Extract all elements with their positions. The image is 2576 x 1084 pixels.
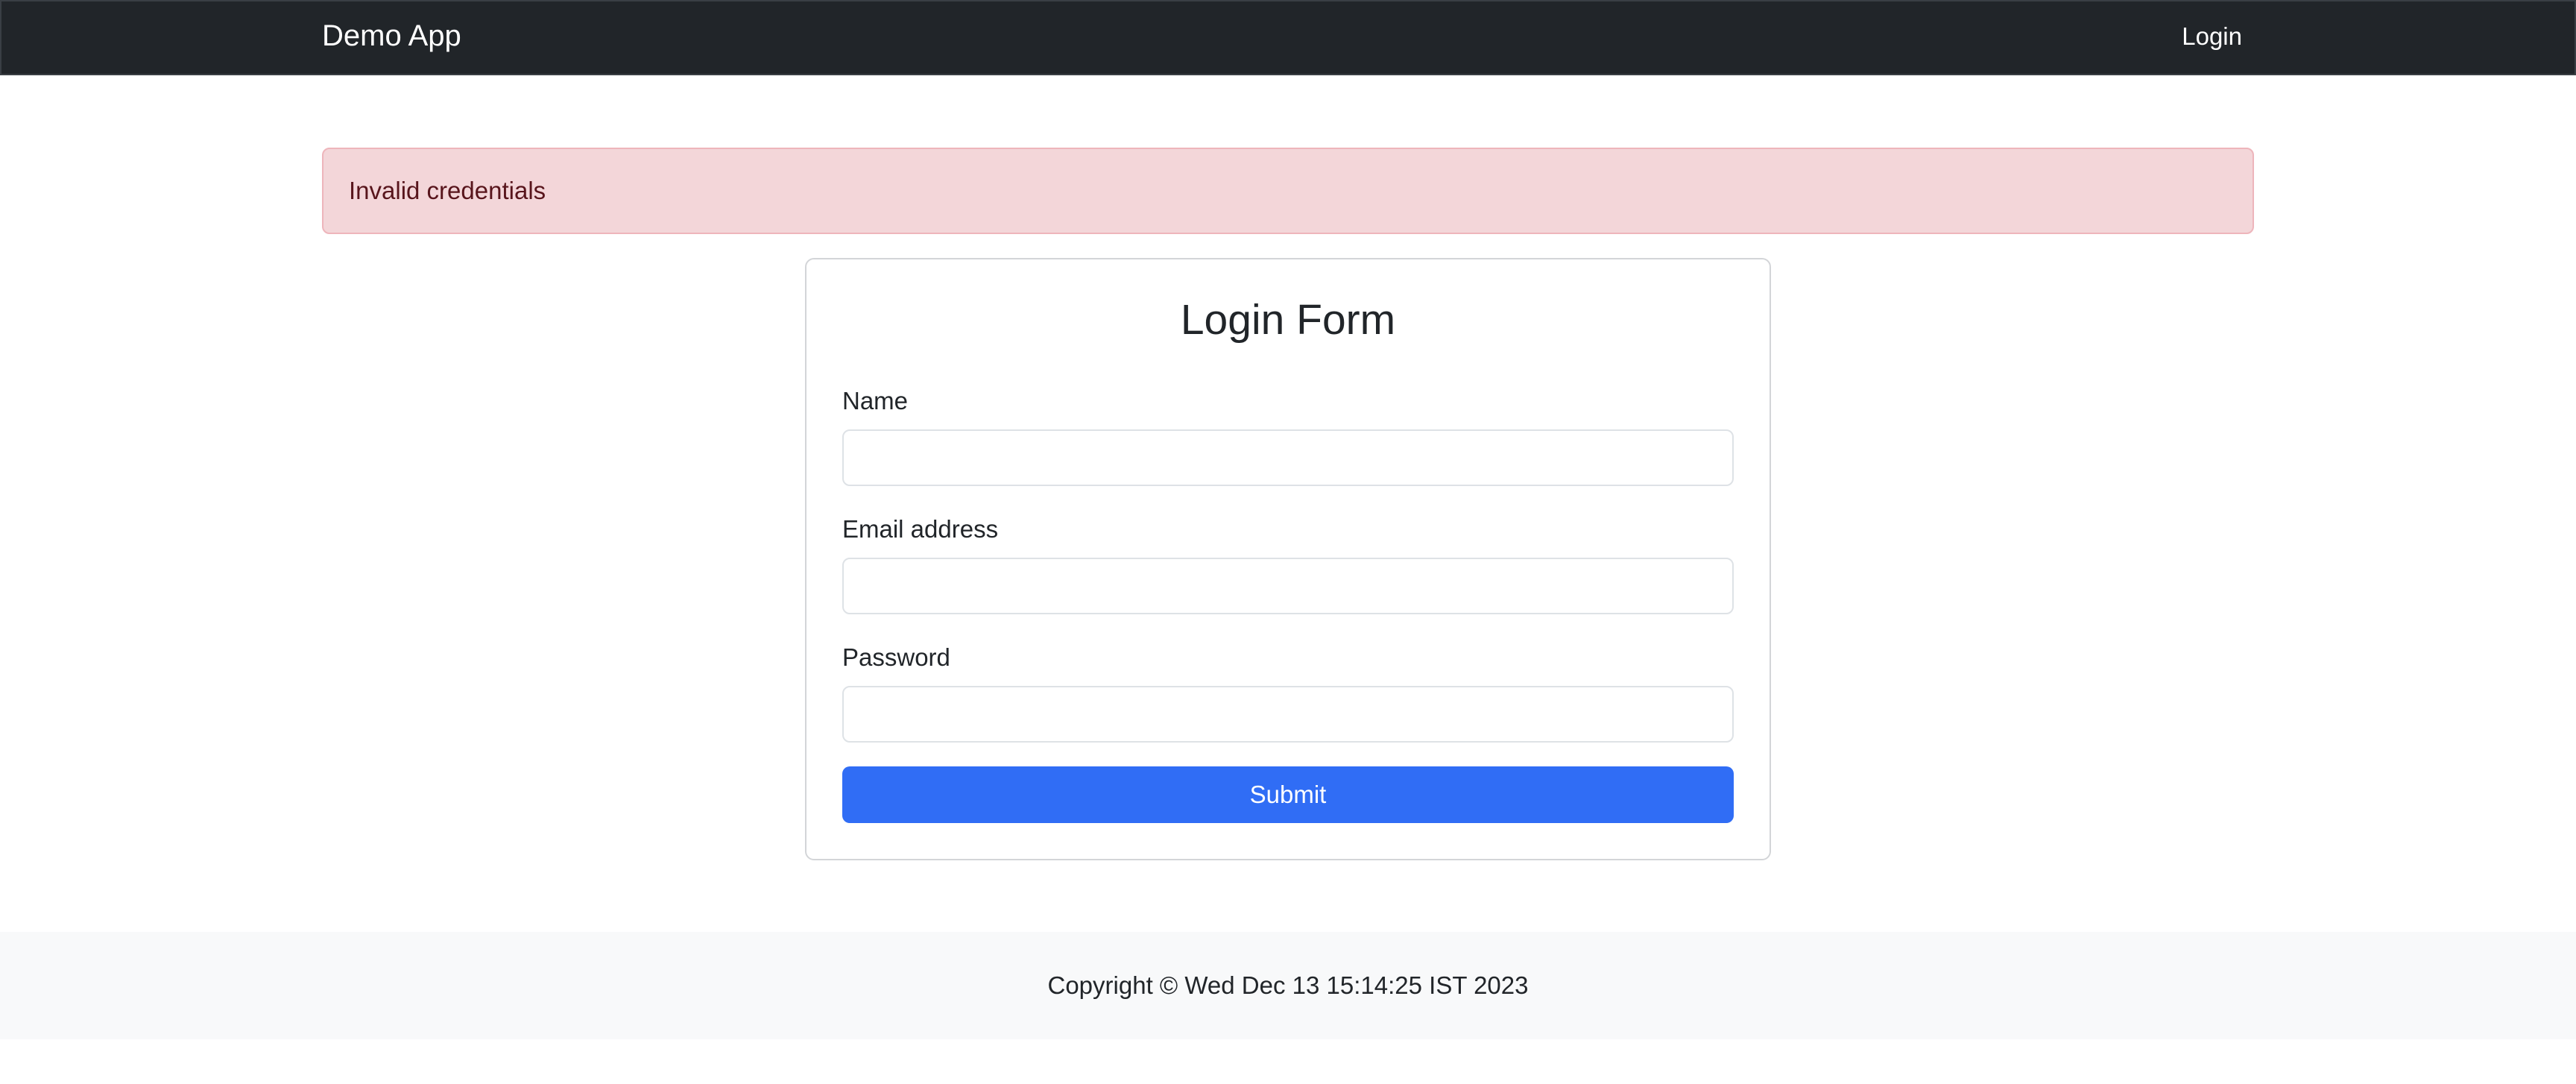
form-title: Login Form	[1180, 296, 1396, 344]
name-label: Name	[842, 387, 909, 415]
error-alert: Invalid credentials	[322, 148, 2254, 234]
password-input[interactable]	[842, 686, 1734, 743]
name-input[interactable]	[842, 429, 1734, 486]
login-form-card: Login Form Name Email address Password S…	[805, 258, 1771, 860]
password-label: Password	[842, 643, 950, 671]
brand-link[interactable]: Demo App	[322, 1, 461, 74]
page-footer: Copyright © Wed Dec 13 15:14:25 IST 2023	[0, 932, 2576, 1039]
copyright-text: Copyright © Wed Dec 13 15:14:25 IST 2023	[1047, 971, 1529, 999]
email-label: Email address	[842, 515, 999, 543]
alert-message: Invalid credentials	[349, 177, 546, 204]
submit-button[interactable]: Submit	[842, 766, 1734, 823]
top-navbar: Demo App Login	[0, 0, 2576, 75]
nav-login-link[interactable]: Login	[2182, 1, 2242, 74]
email-input[interactable]	[842, 558, 1734, 614]
